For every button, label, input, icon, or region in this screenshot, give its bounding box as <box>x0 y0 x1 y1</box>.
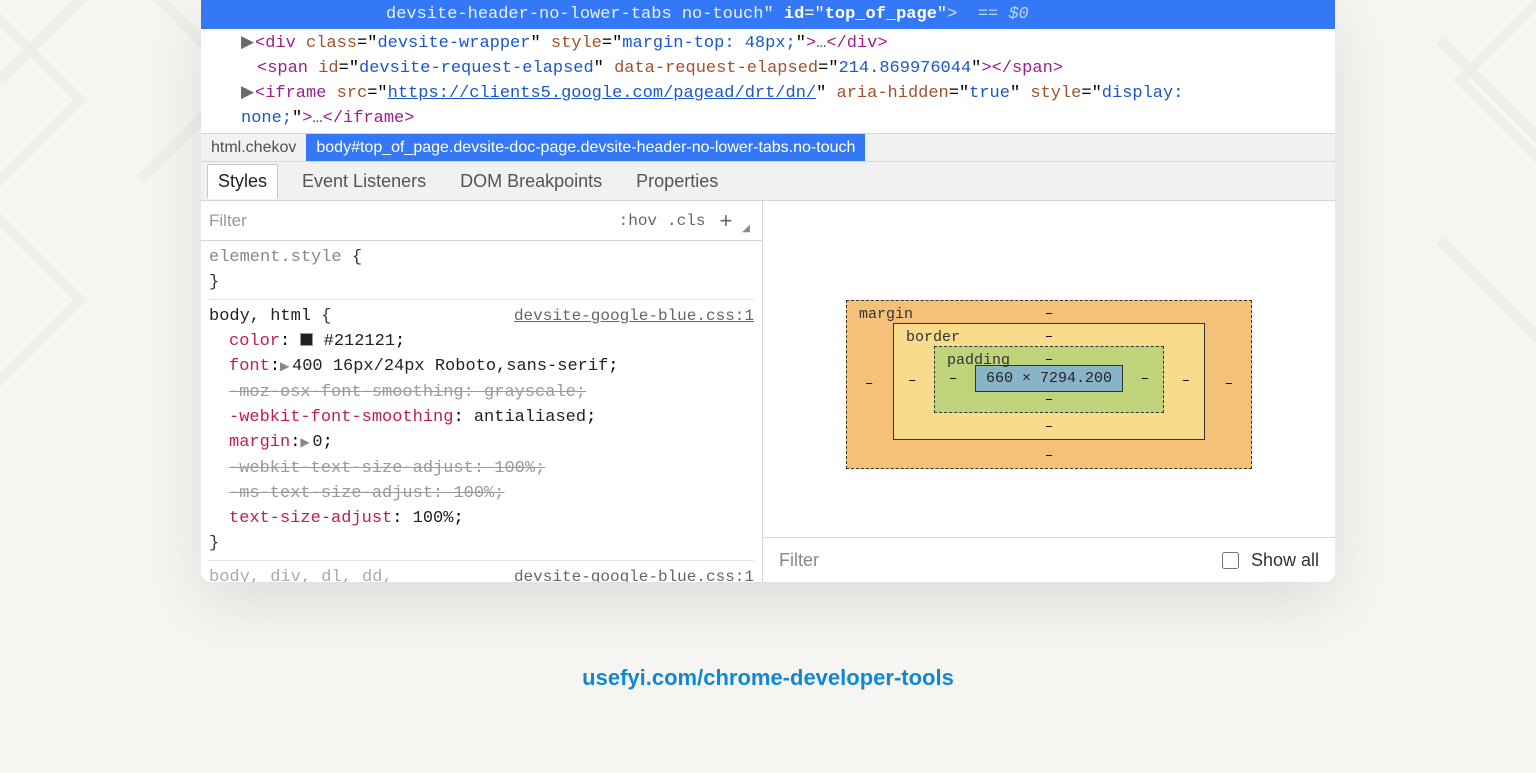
expand-icon[interactable]: ▶ <box>300 431 312 456</box>
tab-styles[interactable]: Styles <box>207 164 278 199</box>
split-pane: Filter :hov .cls + ◢ element.style { } de… <box>201 201 1335 582</box>
dom-line-iframe[interactable]: ▶<iframe src="https://clients5.google.co… <box>231 81 1335 106</box>
expand-icon[interactable]: ▶ <box>241 81 255 106</box>
dom-tree[interactable]: ▶<div class="devsite-wrapper" style="mar… <box>201 29 1335 133</box>
devtools-panel: devsite-header-no-lower-tabs no-touch" i… <box>201 0 1335 582</box>
styles-pane: Filter :hov .cls + ◢ element.style { } de… <box>201 201 763 582</box>
show-all-checkbox[interactable] <box>1222 552 1239 569</box>
tab-event-listeners[interactable]: Event Listeners <box>292 165 436 198</box>
computed-filter-row: Filter Show all <box>763 537 1335 582</box>
computed-pane: margin – – – – border – – – – padding <box>763 201 1335 582</box>
id-attr: id <box>784 5 804 24</box>
selected-element-line[interactable]: devsite-header-no-lower-tabs no-touch" i… <box>201 3 1335 29</box>
show-all-label: Show all <box>1251 550 1319 571</box>
crumb-body[interactable]: body#top_of_page.devsite-doc-page.devsit… <box>306 134 865 161</box>
styles-subtabs: Styles Event Listeners DOM Breakpoints P… <box>201 162 1335 201</box>
computed-filter-input[interactable]: Filter <box>779 550 819 571</box>
styles-filter-input[interactable]: Filter <box>209 211 247 231</box>
margin-label: margin <box>859 306 913 323</box>
styles-filter-row: Filter :hov .cls + ◢ <box>201 201 762 241</box>
tab-dom-breakpoints[interactable]: DOM Breakpoints <box>450 165 612 198</box>
dom-line-div[interactable]: ▶<div class="devsite-wrapper" style="mar… <box>231 31 1335 56</box>
corner-icon: ◢ <box>742 223 750 234</box>
crumb-html[interactable]: html.chekov <box>201 134 306 161</box>
content-size: 660 × 7294.200 <box>975 365 1123 392</box>
breadcrumb: html.chekov body#top_of_page.devsite-doc… <box>201 133 1335 162</box>
box-model[interactable]: margin – – – – border – – – – padding <box>763 201 1335 537</box>
dom-line-iframe-cont[interactable]: none;">…</iframe> <box>231 106 1335 131</box>
expand-icon[interactable]: ▶ <box>241 31 255 56</box>
selector-body-html: body, html <box>209 307 311 326</box>
css-rules-list[interactable]: element.style { } devsite-google-blue.cs… <box>201 241 762 582</box>
body-classes: devsite-header-no-lower-tabs no-touch <box>386 5 763 24</box>
new-rule-button[interactable]: + <box>715 208 736 234</box>
hov-toggle[interactable]: :hov <box>619 212 657 230</box>
expand-icon[interactable]: ▶ <box>280 355 292 380</box>
selector-element-style: element.style <box>209 248 342 267</box>
dollar-zero: == $0 <box>978 5 1029 24</box>
rule-element-style[interactable]: element.style { } <box>209 245 754 300</box>
rule-cut: devsite-google-blue.css:1 body, div, dl,… <box>209 565 754 582</box>
tab-properties[interactable]: Properties <box>626 165 728 198</box>
padding-label: padding <box>947 352 1010 369</box>
rule-body-html[interactable]: devsite-google-blue.css:1 body, html { c… <box>209 304 754 561</box>
dom-line-span[interactable]: <span id="devsite-request-elapsed" data-… <box>231 56 1335 81</box>
id-value: top_of_page <box>825 5 937 24</box>
color-swatch[interactable] <box>300 333 313 346</box>
border-label: border <box>906 329 960 346</box>
caption-link[interactable]: usefyi.com/chrome-developer-tools <box>582 665 954 691</box>
cls-toggle[interactable]: .cls <box>667 212 705 230</box>
source-link[interactable]: devsite-google-blue.css:1 <box>514 304 754 329</box>
